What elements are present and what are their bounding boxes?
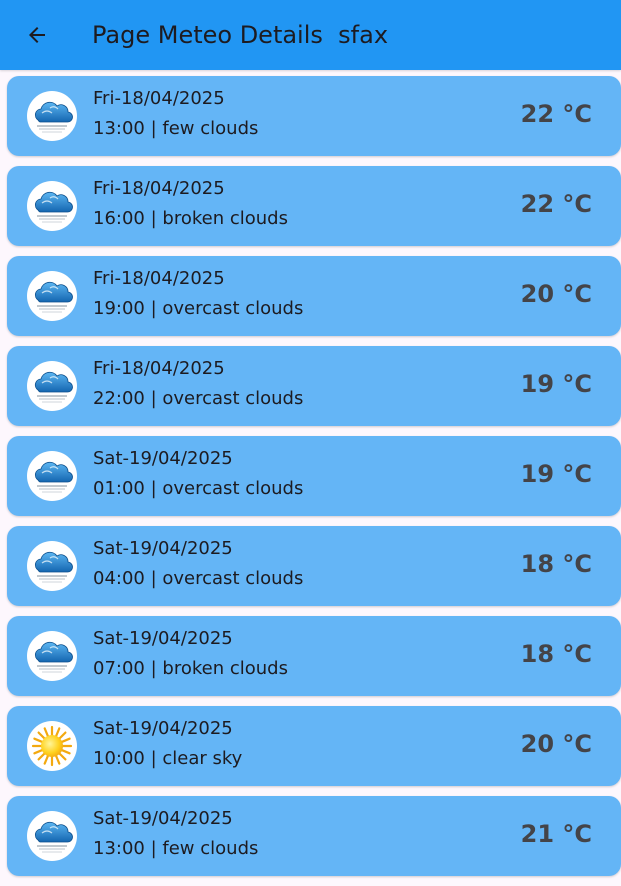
weather-avatar [27,181,77,231]
cloud-icon [30,636,74,676]
cloud-icon [30,96,74,136]
cloud-icon [30,546,74,586]
forecast-date: Sat-19/04/2025 [93,718,233,739]
forecast-temperature: 19 °C [520,460,592,488]
forecast-time: 07:00 [93,658,145,679]
page-title: Page Meteo Details sfax [92,21,389,49]
weather-avatar [27,271,77,321]
separator: | [144,208,163,229]
separator: | [144,658,163,679]
forecast-time: 16:00 [93,208,145,229]
forecast-date: Sat-19/04/2025 [93,628,233,649]
weather-avatar [27,631,77,681]
forecast-card[interactable]: Sat-19/04/2025 07:00 | broken clouds 18 °C [7,616,621,696]
forecast-temperature: 21 °C [520,820,592,848]
forecast-time-description: 13:00 | few clouds [93,838,258,859]
forecast-temperature: 18 °C [520,550,592,578]
separator: | [144,118,163,139]
forecast-time-description: 04:00 | overcast clouds [93,568,303,589]
forecast-time-description: 01:00 | overcast clouds [93,478,303,499]
forecast-time: 10:00 [93,748,145,769]
sun-icon [30,724,74,768]
forecast-description: broken clouds [162,658,288,679]
forecast-temperature: 22 °C [520,190,592,218]
separator: | [144,388,163,409]
forecast-date: Sat-19/04/2025 [93,808,233,829]
weather-avatar [27,811,77,861]
separator: | [144,298,163,319]
forecast-card[interactable]: Fri-18/04/2025 19:00 | overcast clouds 20 … [7,256,621,336]
forecast-card[interactable]: Sat-19/04/2025 04:00 | overcast clouds 18 … [7,526,621,606]
cloud-icon [30,276,74,316]
back-button[interactable] [17,15,57,55]
forecast-time-description: 22:00 | overcast clouds [93,388,303,409]
forecast-date: Fri-18/04/2025 [93,358,225,379]
forecast-time: 22:00 [93,388,145,409]
forecast-temperature: 18 °C [520,640,592,668]
separator: | [144,838,163,859]
forecast-date: Fri-18/04/2025 [93,178,225,199]
forecast-card[interactable]: Sat-19/04/2025 01:00 | overcast clouds 19 … [7,436,621,516]
forecast-time-description: 13:00 | few clouds [93,118,258,139]
forecast-description: overcast clouds [162,388,304,409]
cloud-icon [30,366,74,406]
weather-avatar [27,721,77,771]
arrow-back-icon [29,27,45,43]
forecast-description: clear sky [162,748,243,769]
forecast-description: few clouds [162,838,259,859]
weather-avatar [27,91,77,141]
forecast-time: 04:00 [93,568,145,589]
forecast-date: Fri-18/04/2025 [93,88,225,109]
forecast-date: Sat-19/04/2025 [93,538,233,559]
forecast-time-description: 10:00 | clear sky [93,748,242,769]
forecast-time-description: 19:00 | overcast clouds [93,298,303,319]
forecast-time-description: 07:00 | broken clouds [93,658,288,679]
forecast-temperature: 20 °C [520,280,592,308]
forecast-date: Sat-19/04/2025 [93,448,233,469]
forecast-description: overcast clouds [162,568,304,589]
weather-avatar [27,451,77,501]
separator: | [144,748,163,769]
forecast-list: Fri-18/04/2025 13:00 | few clouds 22 °C Fr… [7,76,621,886]
cloud-icon [30,456,74,496]
forecast-time: 13:00 [93,118,145,139]
forecast-card[interactable]: Sat-19/04/2025 13:00 | few clouds 21 °C [7,796,621,876]
forecast-temperature: 19 °C [520,370,592,398]
forecast-date: Fri-18/04/2025 [93,268,225,289]
forecast-time: 13:00 [93,838,145,859]
forecast-card[interactable]: Sat-19/04/2025 10:00 | clear sky 20 °C [7,706,621,786]
forecast-time-description: 16:00 | broken clouds [93,208,288,229]
separator: | [144,478,163,499]
forecast-temperature: 22 °C [520,100,592,128]
forecast-description: overcast clouds [162,478,304,499]
forecast-time: 01:00 [93,478,145,499]
forecast-card[interactable]: Fri-18/04/2025 13:00 | few clouds 22 °C [7,76,621,156]
cloud-icon [30,186,74,226]
weather-avatar [27,541,77,591]
forecast-time: 19:00 [93,298,145,319]
app-bar: Page Meteo Details sfax [0,0,621,70]
forecast-description: overcast clouds [162,298,304,319]
cloud-icon [30,816,74,856]
forecast-description: broken clouds [162,208,288,229]
forecast-description: few clouds [162,118,259,139]
weather-avatar [27,361,77,411]
forecast-card[interactable]: Fri-18/04/2025 22:00 | overcast clouds 19 … [7,346,621,426]
forecast-temperature: 20 °C [520,730,592,758]
forecast-card[interactable]: Fri-18/04/2025 16:00 | broken clouds 22 °C [7,166,621,246]
separator: | [144,568,163,589]
